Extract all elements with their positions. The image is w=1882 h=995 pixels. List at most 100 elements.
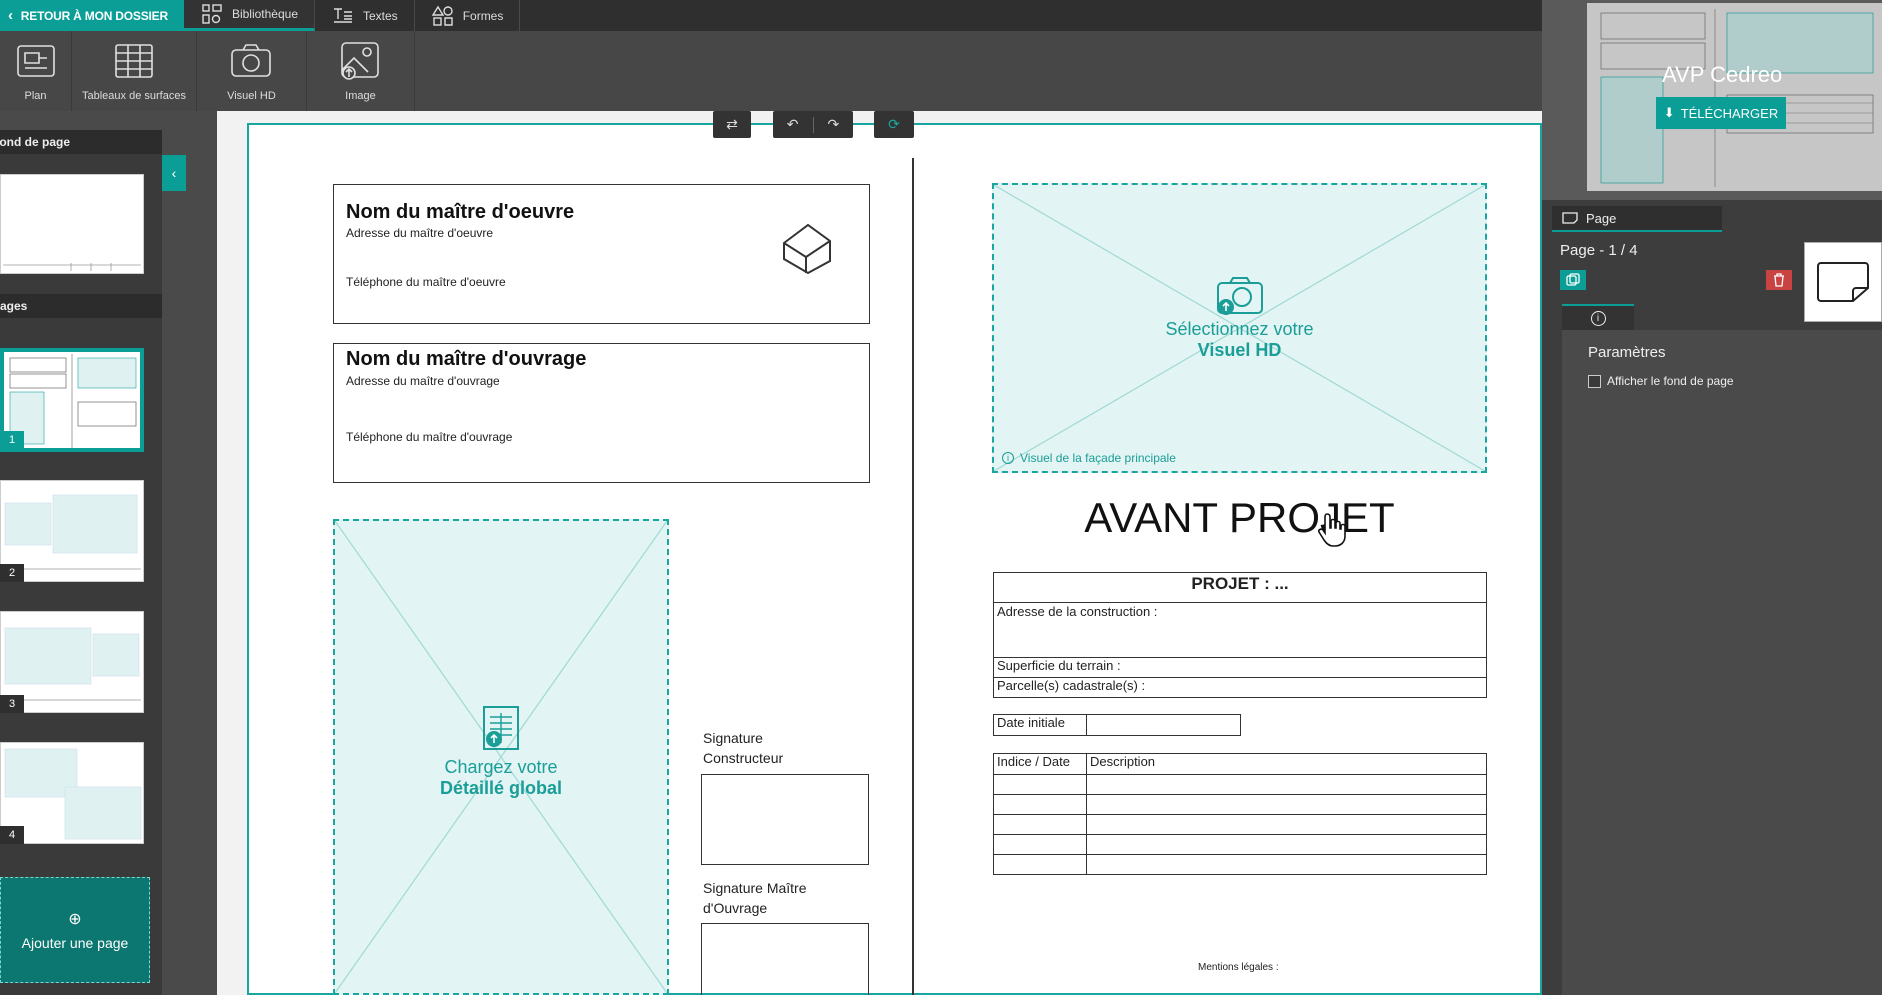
project-manager-phone: Téléphone du maître d'oeuvre [346, 275, 506, 289]
undo-redo-separator [812, 116, 814, 133]
page-icon [1562, 212, 1578, 224]
add-page-button[interactable]: ⊕ Ajouter une page [0, 877, 150, 983]
detail-placeholder-content: Chargez votre Détaillé global [335, 705, 667, 799]
page-divider [912, 158, 914, 995]
show-background-option[interactable]: Afficher le fond de page [1588, 374, 1734, 388]
table-row[interactable] [993, 814, 1487, 835]
duplicate-page-button[interactable] [1560, 270, 1586, 290]
page-format-icon [1817, 262, 1869, 302]
hd-placeholder-caption: i Visuel de la façade principale [1002, 451, 1176, 465]
download-label: TÉLÉCHARGER [1680, 105, 1779, 121]
tab-texts-label: Textes [363, 8, 398, 23]
top-tab-bar: ‹ RETOUR À MON DOSSIER Bibliothèque Text… [0, 0, 1542, 31]
shapes-icon [431, 5, 453, 26]
add-page-label: Ajouter une page [21, 935, 129, 951]
hd-placeholder-content: Sélectionnez votre Visuel HD [994, 275, 1485, 361]
tab-texts[interactable]: Textes [315, 0, 415, 31]
document-preview: AVP Cedreo ⬇ TÉLÉCHARGER [1542, 0, 1882, 200]
page-number-2: 2 [0, 564, 24, 582]
plan-icon [16, 45, 55, 77]
table-row[interactable] [993, 854, 1487, 875]
tab-page[interactable]: Page [1552, 206, 1722, 232]
parcel-cell[interactable]: Parcelle(s) cadastrale(s) : [993, 677, 1487, 698]
table-row[interactable] [993, 794, 1487, 815]
detail-placeholder-line1: Chargez votre [444, 757, 558, 777]
tab-library[interactable]: Bibliothèque [183, 0, 315, 31]
image-icon [341, 42, 380, 80]
trash-icon [1774, 273, 1784, 287]
tab-shapes-label: Formes [462, 8, 504, 23]
client-name: Nom du maître d'ouvrage [346, 348, 587, 370]
client-phone: Téléphone du maître d'ouvrage [346, 430, 513, 444]
land-surface-cell[interactable]: Superficie du terrain : [993, 657, 1487, 678]
tool-plan-label: Plan [24, 90, 47, 102]
background-thumbnail[interactable] [0, 174, 144, 274]
builder-signature-box[interactable] [701, 774, 869, 865]
refresh-icon: ⟳ [888, 116, 900, 132]
background-preview [3, 263, 141, 271]
insert-toolbar: Plan Tableaux de surfaces Visuel HD Imag… [0, 31, 1542, 111]
client-block[interactable]: Nom du maître d'ouvrage Adresse du maîtr… [333, 343, 870, 483]
undo-icon[interactable]: ↶ [787, 116, 799, 133]
table-row[interactable] [993, 834, 1487, 855]
duplicate-icon [1566, 273, 1580, 286]
project-manager-block[interactable]: Nom du maître d'oeuvre Adresse du maître… [333, 184, 870, 324]
hd-caption-text: Visuel de la façade principale [1020, 451, 1176, 465]
show-background-checkbox[interactable] [1588, 374, 1601, 388]
initial-date-value[interactable] [1086, 714, 1241, 736]
table-icon [115, 44, 153, 78]
page-number-4: 4 [0, 826, 24, 844]
info-icon: i [1590, 310, 1606, 326]
swap-button[interactable]: ⇄ [713, 111, 751, 138]
plus-circle-icon: ⊕ [68, 911, 82, 928]
page-format-button[interactable] [1804, 242, 1882, 322]
tool-plan[interactable]: Plan [0, 31, 72, 111]
tool-surface-table-label: Tableaux de surfaces [82, 90, 186, 102]
tab-page-label: Page [1586, 210, 1617, 226]
document-title: AVP Cedreo [1662, 62, 1783, 87]
download-button[interactable]: ⬇ TÉLÉCHARGER [1656, 97, 1786, 129]
hand-cursor-icon [1318, 513, 1346, 547]
redo-icon[interactable]: ↷ [828, 116, 840, 133]
camera-upload-icon [1216, 277, 1263, 315]
house-logo-icon [783, 223, 831, 275]
construction-address-cell[interactable]: Adresse de la construction : [993, 602, 1487, 658]
undo-redo-group: ↶ ↷ [773, 111, 853, 138]
project-manager-address: Adresse du maître d'oeuvre [346, 226, 494, 240]
index-date-header: Indice / Date [993, 753, 1087, 775]
parameters-title: Paramètres [1588, 344, 1666, 361]
pages-header-label: Pages [0, 299, 28, 313]
tool-image[interactable]: Image [307, 31, 415, 111]
page-number-1: 1 [0, 431, 24, 449]
chevron-left-icon: ‹ [8, 7, 13, 24]
initial-date-label: Date initiale [993, 714, 1087, 736]
detail-global-placeholder[interactable]: Chargez votre Détaillé global [333, 519, 669, 995]
background-section-header: Fond de page [0, 130, 162, 154]
builder-signature-label: Signature Constructeur [703, 730, 784, 766]
description-header: Description [1086, 753, 1487, 775]
tool-image-label: Image [345, 90, 376, 102]
page-number-3: 3 [0, 695, 24, 713]
back-to-folder-button[interactable]: ‹ RETOUR À MON DOSSIER [0, 0, 184, 31]
tool-hd-visual[interactable]: Visuel HD [197, 31, 307, 111]
tab-info[interactable]: i [1562, 304, 1634, 330]
main-title[interactable]: AVANT PROJET [992, 494, 1487, 542]
table-row[interactable] [993, 774, 1487, 795]
library-icon [202, 4, 222, 24]
collapse-sidebar-button[interactable]: ‹ [162, 155, 186, 191]
swap-icon: ⇄ [726, 116, 738, 132]
refresh-button[interactable]: ⟳ [874, 111, 914, 138]
properties-panel: AVP Cedreo ⬇ TÉLÉCHARGER Page Page - 1 /… [1542, 0, 1882, 995]
client-address: Adresse du maître d'ouvrage [346, 374, 500, 388]
hd-placeholder-line2: Visuel HD [1197, 340, 1282, 360]
tool-surface-table[interactable]: Tableaux de surfaces [72, 31, 197, 111]
download-icon: ⬇ [1663, 105, 1675, 120]
project-info-table: PROJET : ... Adresse de la construction … [993, 572, 1487, 698]
delete-page-button[interactable] [1766, 270, 1792, 290]
owner-signature-box[interactable] [701, 923, 869, 995]
hd-visual-placeholder[interactable]: Sélectionnez votre Visuel HD i Visuel de… [992, 183, 1487, 473]
tab-shapes[interactable]: Formes [415, 0, 521, 31]
project-header-cell[interactable]: PROJET : ... [993, 572, 1487, 603]
pages-section-header: Pages [0, 294, 162, 318]
camera-icon [231, 44, 272, 77]
